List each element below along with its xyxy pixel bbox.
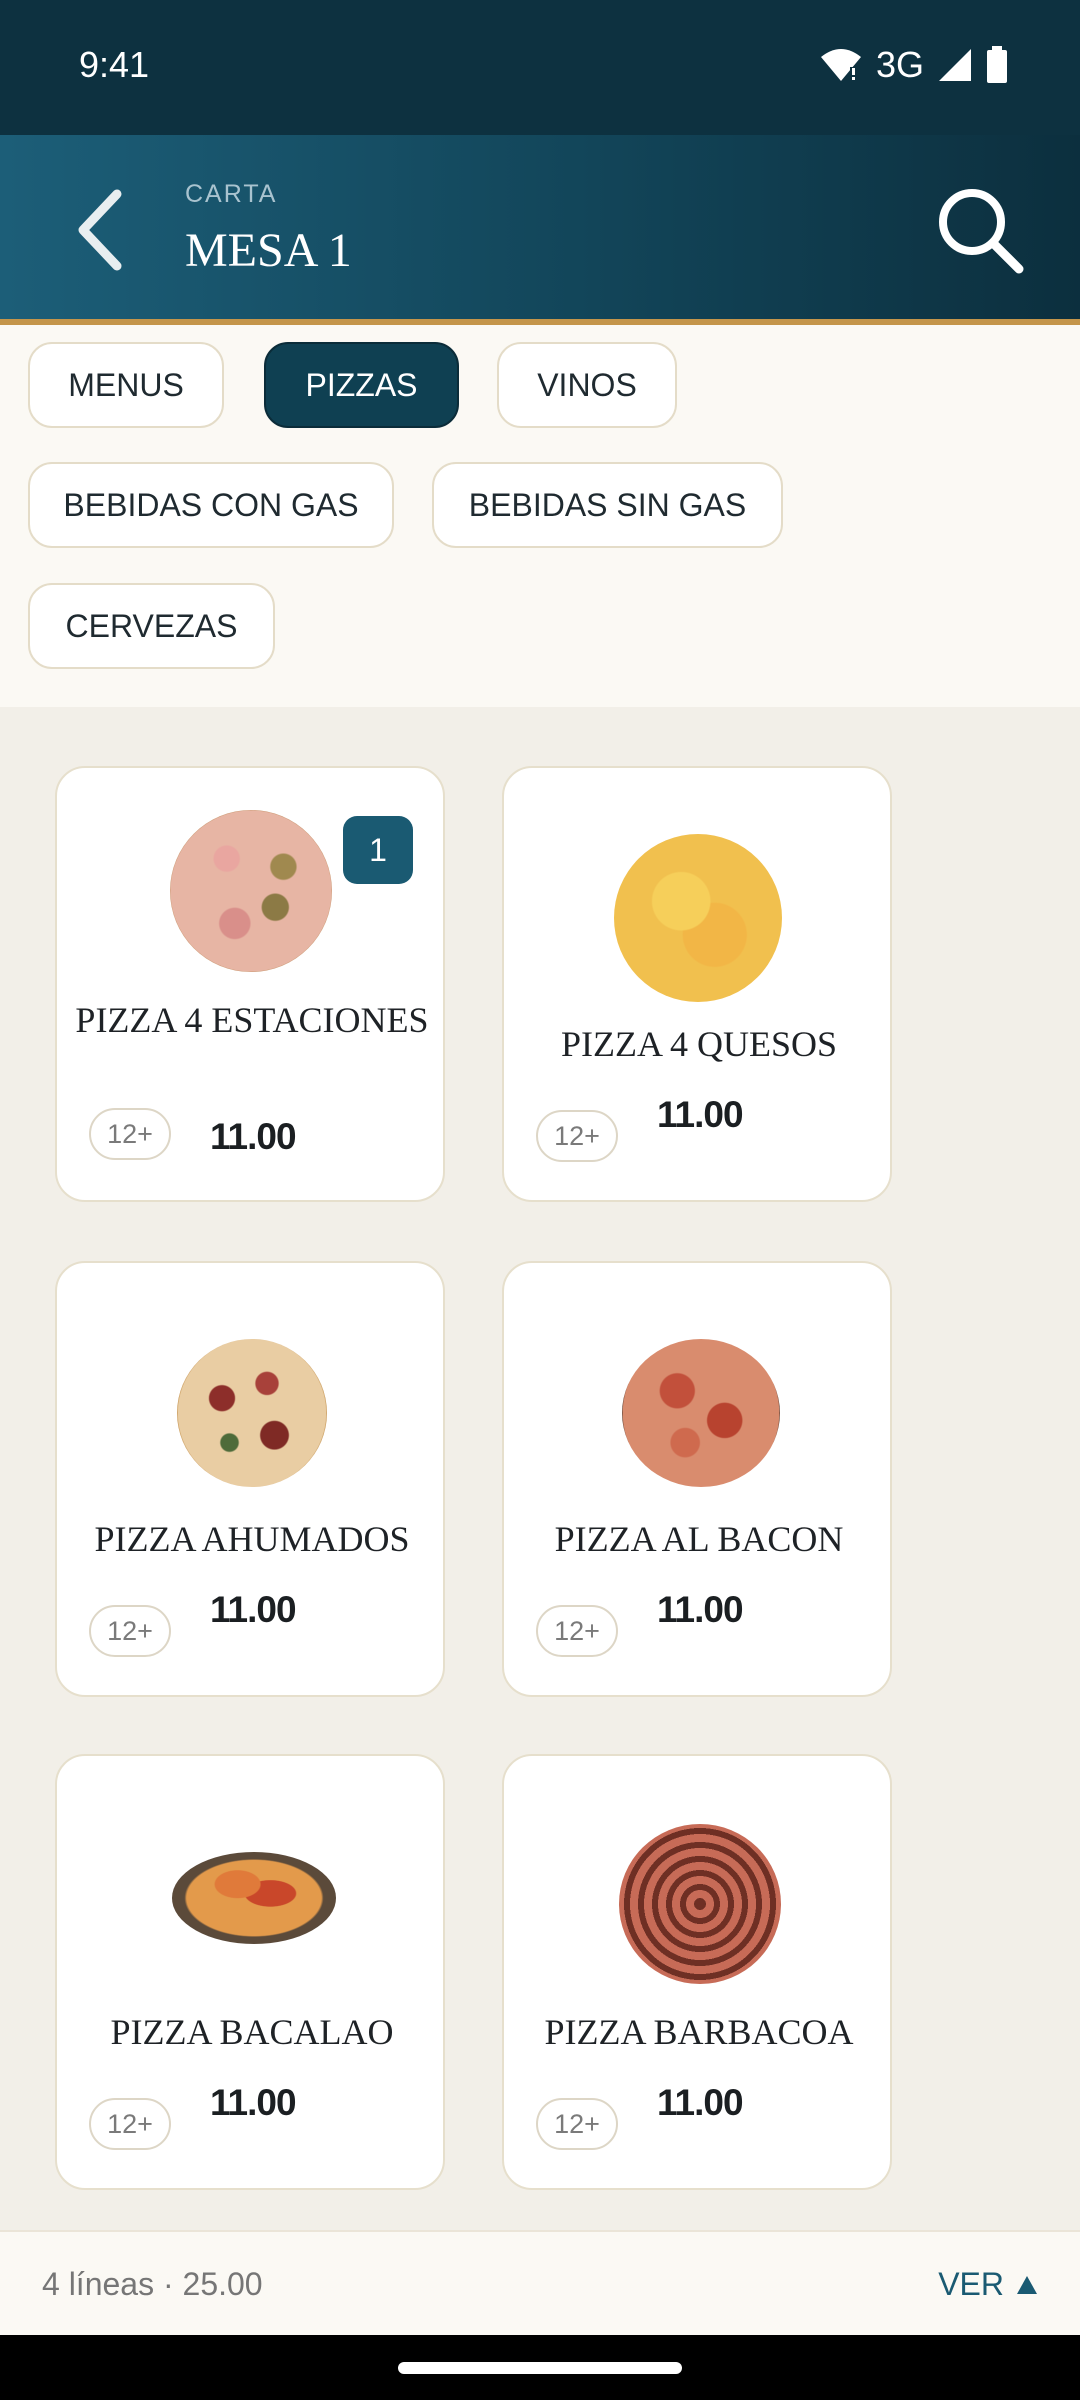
pizza-4-estaciones-image [170,810,332,972]
pizza-al-bacon-image [622,1339,780,1487]
page-title: MESA 1 [185,224,352,277]
battery-icon [987,46,1007,83]
product-card-pizza-bacalao[interactable]: PIZZA BACALAO 12+ 11.00 [55,1754,445,2190]
network-label: 3G [875,44,924,85]
age-rating-badge: 12+ [536,2098,618,2150]
pizza-ahumados-image [177,1339,327,1487]
product-price: 11.00 [210,1589,297,1630]
search-button[interactable] [925,180,1035,280]
product-name: PIZZA AHUMADOS [94,1519,410,1559]
age-rating-badge: 12+ [89,1108,171,1160]
product-name: PIZZA 4 ESTACIONES [75,1000,429,1040]
product-name: PIZZA BARBACOA [544,2012,854,2052]
system-navigation-bar [0,2335,1080,2400]
age-rating-badge: 12+ [89,1605,171,1657]
status-icons: 3G [820,44,1008,86]
age-rating-badge: 12+ [536,1605,618,1657]
chevron-left-icon [78,189,122,271]
product-price: 11.00 [210,1116,297,1157]
age-rating-badge: 12+ [536,1110,618,1162]
order-summary-bar: 4 líneas · 25.00 VER [0,2230,1080,2335]
caret-up-icon [1017,2275,1037,2294]
header-subtitle: CARTA [185,180,278,208]
category-chip-pizzas[interactable]: PIZZAS [264,342,459,428]
search-icon [939,189,1024,274]
status-bar: 9:41 3G [0,0,1080,135]
product-price: 11.00 [657,1094,744,1135]
category-chip-menus[interactable]: MENUS [28,342,224,428]
pizza-4-quesos-image [614,834,782,1002]
order-summary: 4 líneas · 25.00 [42,2266,263,2302]
product-card-pizza-al-bacon[interactable]: PIZZA AL BACON 12+ 11.00 [502,1261,892,1697]
product-card-pizza-4-estaciones[interactable]: 1 PIZZA 4 ESTACIONES 12+ 11.00 [55,766,445,1202]
app-header: CARTA MESA 1 [0,135,1080,325]
product-card-pizza-ahumados[interactable]: PIZZA AHUMADOS 12+ 11.00 [55,1261,445,1697]
home-indicator[interactable] [398,2362,682,2374]
product-name: PIZZA 4 QUESOS [560,1024,838,1064]
pizza-barbacoa-image [619,1824,781,1984]
signal-icon [939,49,971,81]
age-rating-badge: 12+ [89,2098,171,2150]
product-name: PIZZA AL BACON [554,1519,844,1559]
wifi-icon [820,49,861,81]
product-name: PIZZA BACALAO [110,2012,394,2052]
quantity-badge: 1 [343,816,413,884]
category-chip-cervezas[interactable]: CERVEZAS [28,583,275,669]
category-chip-bebidas-sin-gas[interactable]: BEBIDAS SIN GAS [432,462,783,548]
category-chip-bebidas-con-gas[interactable]: BEBIDAS CON GAS [28,462,394,548]
product-price: 11.00 [657,2082,744,2123]
view-order-label: VER [938,2266,1004,2302]
product-card-pizza-barbacoa[interactable]: PIZZA BARBACOA 12+ 11.00 [502,1754,892,2190]
product-price: 11.00 [657,1589,744,1630]
status-time: 9:41 [79,44,150,85]
view-order-button[interactable]: VER [938,2266,1038,2303]
product-card-pizza-4-quesos[interactable]: PIZZA 4 QUESOS 12+ 11.00 [502,766,892,1202]
category-chip-vinos[interactable]: VINOS [497,342,677,428]
pizza-bacalao-image [172,1852,336,1944]
product-price: 11.00 [210,2082,297,2123]
back-button[interactable] [60,185,140,275]
category-filter-panel: MENUS PIZZAS VINOS BEBIDAS CON GAS BEBID… [0,325,1080,707]
